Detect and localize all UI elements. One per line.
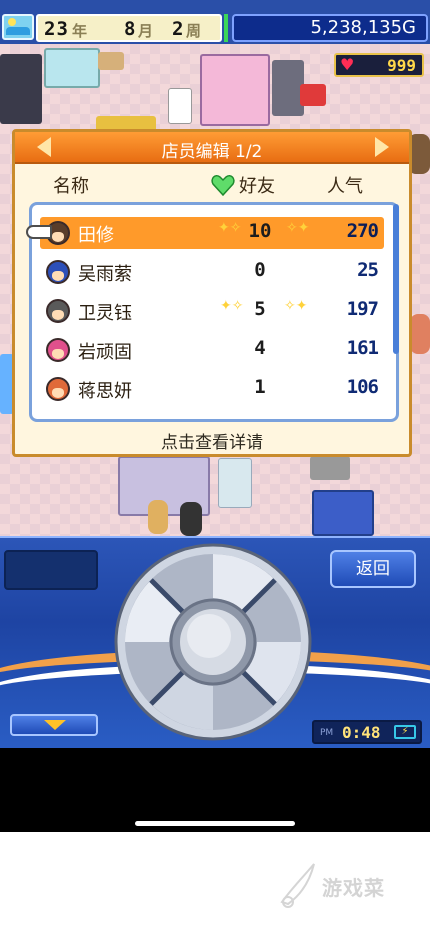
- customer: [410, 314, 430, 354]
- staff-friend-value: 10: [248, 220, 272, 242]
- back-button[interactable]: 返回: [330, 550, 416, 588]
- arcade-machine: [0, 54, 42, 124]
- staff-name: 岩顽固: [78, 342, 132, 363]
- staff-row[interactable]: 蒋思妍 1 106: [40, 373, 384, 405]
- staff-name: 田修: [78, 225, 114, 246]
- pc-terminal: [312, 490, 374, 536]
- time-value: 0:48: [342, 723, 381, 742]
- customer: [148, 500, 168, 534]
- staff-row[interactable]: 岩顽固 4 161: [40, 334, 384, 366]
- month-value: 8: [124, 18, 137, 40]
- staff-row[interactable]: 卫灵钰 ✦✧ 5 ✧✦ 197: [40, 295, 384, 327]
- friend-heart-icon: [211, 174, 235, 196]
- staff-avatar: [46, 338, 70, 362]
- hand-pointer-icon: [26, 225, 52, 239]
- staff-popularity-value: 161: [346, 337, 379, 359]
- menu-down-button[interactable]: [10, 714, 98, 736]
- date-display: 23 年 8 月 2 周: [36, 14, 222, 42]
- dialog-header: 店员编辑 1/2: [15, 132, 409, 164]
- staff-friend-value: 1: [254, 376, 266, 398]
- staff-avatar: [46, 260, 70, 284]
- down-arrow-icon: [44, 720, 66, 730]
- divider: [224, 14, 228, 42]
- month-unit: 月: [138, 22, 154, 40]
- staff-name: 蒋思妍: [78, 381, 132, 402]
- staff-avatar: [46, 377, 70, 401]
- watermark-logo-icon: [280, 863, 315, 908]
- year-value: 23: [44, 18, 69, 40]
- crane-game: [200, 54, 270, 126]
- column-header-popularity: 人气: [327, 176, 363, 197]
- sparkle-icon: ✧✦: [284, 298, 308, 314]
- kiosk: [218, 458, 252, 508]
- staff-popularity-value: 270: [346, 220, 379, 242]
- control-panel: 返回 PM 0:48 ⚡: [0, 536, 430, 748]
- customer: [180, 502, 202, 536]
- list-scrollbar[interactable]: [393, 204, 399, 354]
- staff-popularity-value: 106: [346, 376, 379, 398]
- staff-friend-value: 0: [254, 259, 266, 281]
- heart-counter: ♥ 999: [334, 53, 424, 77]
- dpad[interactable]: [113, 542, 313, 742]
- column-header-friend: 好友: [239, 176, 275, 197]
- heart-value: 999: [387, 56, 416, 75]
- staff-avatar: [46, 299, 70, 323]
- weather-icon: [2, 14, 34, 40]
- money-display: 5,238,135G: [232, 14, 428, 42]
- ampm-label: PM: [320, 728, 334, 738]
- staff-popularity-value: 25: [357, 259, 379, 281]
- info-box: [4, 550, 98, 590]
- game-clock: PM 0:48 ⚡: [312, 720, 422, 744]
- week-unit: 周: [186, 22, 202, 40]
- watermark-text: 游戏菜: [322, 876, 385, 900]
- staff-name: 吴雨萦: [78, 264, 132, 285]
- display-shelf: [44, 48, 100, 88]
- heart-icon: ♥: [340, 55, 355, 74]
- staff-row[interactable]: 田修 ✦✧ 10 ✧✦ 270: [40, 217, 384, 249]
- staff-edit-dialog: 店员编辑 1/2 名称 好友 人气 田修 ✦✧ 10 ✧✦ 270 吴雨萦 0 …: [12, 129, 412, 457]
- dialog-title: 店员编辑 1/2: [161, 142, 263, 162]
- staff-list[interactable]: 田修 ✦✧ 10 ✧✦ 270 吴雨萦 0 25 卫灵钰 ✦✧ 5 ✧✦ 197…: [29, 202, 399, 422]
- status-bar: 23 年 8 月 2 周 5,238,135G: [0, 0, 430, 44]
- next-page-arrow-icon[interactable]: [375, 137, 389, 157]
- staff-popularity-value: 197: [346, 298, 379, 320]
- year-unit: 年: [72, 22, 88, 40]
- staff-name: 卫灵钰: [78, 303, 132, 324]
- bottom-bar: [0, 748, 430, 832]
- home-indicator[interactable]: [135, 821, 295, 826]
- stool: [300, 84, 326, 106]
- tap-for-details-hint: 点击查看详请: [161, 433, 263, 453]
- staff-friend-value: 5: [254, 298, 266, 320]
- staff-friend-value: 4: [254, 337, 266, 359]
- week-value: 2: [172, 18, 185, 40]
- staff-row[interactable]: 吴雨萦 0 25: [40, 256, 384, 288]
- sparkle-icon: ✧✦: [286, 220, 310, 236]
- vending-machine: [168, 88, 192, 124]
- table: [310, 456, 350, 480]
- box: [98, 52, 124, 70]
- column-header-name: 名称: [53, 176, 89, 197]
- battery-icon: ⚡: [394, 725, 416, 739]
